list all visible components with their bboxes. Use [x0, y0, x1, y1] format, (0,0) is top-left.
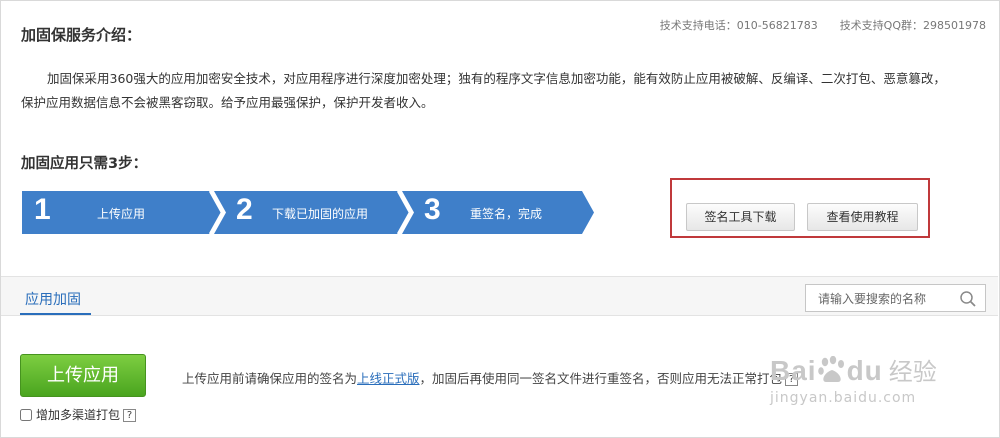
step-3-label: 重签名，完成 — [470, 207, 543, 221]
step-1-label: 上传应用 — [97, 207, 146, 221]
tab-app-hardening[interactable]: 应用加固 — [25, 289, 81, 309]
upload-note: 上传应用前请确保应用的签名为上线正式版，加固后再使用同一签名文件进行重签名，否则… — [182, 368, 799, 387]
watermark-url: jingyan.baidu.com — [770, 390, 917, 406]
search-icon[interactable] — [959, 290, 977, 312]
steps-title: 加固应用只需3步： — [21, 156, 148, 172]
baidu-jingyan-watermark: Bai du 经验 jingyan.baidu.com — [770, 352, 937, 406]
steps-progress: 1 上传应用 2 下载已加固的应用 3 重签名，完成 — [22, 190, 597, 235]
step-1-number: 1 — [34, 193, 51, 226]
upload-note-after: ，加固后再使用同一签名文件进行重签名，否则应用无法正常打包 — [419, 371, 783, 386]
step-3-number: 3 — [424, 193, 441, 226]
tools-highlight-box: 签名工具下载 查看使用教程 — [670, 178, 930, 238]
watermark-jingyan: 经验 — [888, 358, 937, 386]
view-tutorial-button[interactable]: 查看使用教程 — [807, 203, 918, 231]
multi-channel-option: 增加多渠道打包? — [20, 406, 137, 423]
upload-app-button[interactable]: 上传应用 — [20, 354, 146, 397]
multi-channel-checkbox[interactable] — [20, 409, 32, 421]
upload-note-before: 上传应用前请确保应用的签名为 — [182, 371, 358, 386]
contact-info: 技术支持电话：010-56821783 技术支持QQ群：298501978 — [638, 17, 986, 33]
watermark-logo-du: du — [846, 355, 883, 386]
step-2-label: 下载已加固的应用 — [272, 207, 369, 221]
step-2-number: 2 — [236, 193, 253, 226]
intro-description: 加固保采用360强大的应用加密安全技术，对应用程序进行深度加密处理；独有的程序文… — [21, 71, 946, 110]
multi-channel-label: 增加多渠道打包 — [36, 408, 121, 422]
active-tab-indicator — [20, 313, 91, 315]
multi-channel-help-icon[interactable]: ? — [123, 409, 137, 422]
contact-phone: 技术支持电话：010-56821783 — [659, 19, 818, 32]
contact-qq: 技术支持QQ群：298501978 — [839, 19, 986, 32]
search-box — [805, 284, 986, 312]
sign-tool-download-button[interactable]: 签名工具下载 — [686, 203, 795, 231]
official-version-link[interactable]: 上线正式版 — [357, 371, 420, 386]
search-input[interactable] — [816, 286, 960, 312]
paw-icon — [817, 355, 844, 382]
intro-title: 加固保服务介绍： — [21, 26, 142, 44]
watermark-logo-bai: Bai — [770, 355, 817, 386]
